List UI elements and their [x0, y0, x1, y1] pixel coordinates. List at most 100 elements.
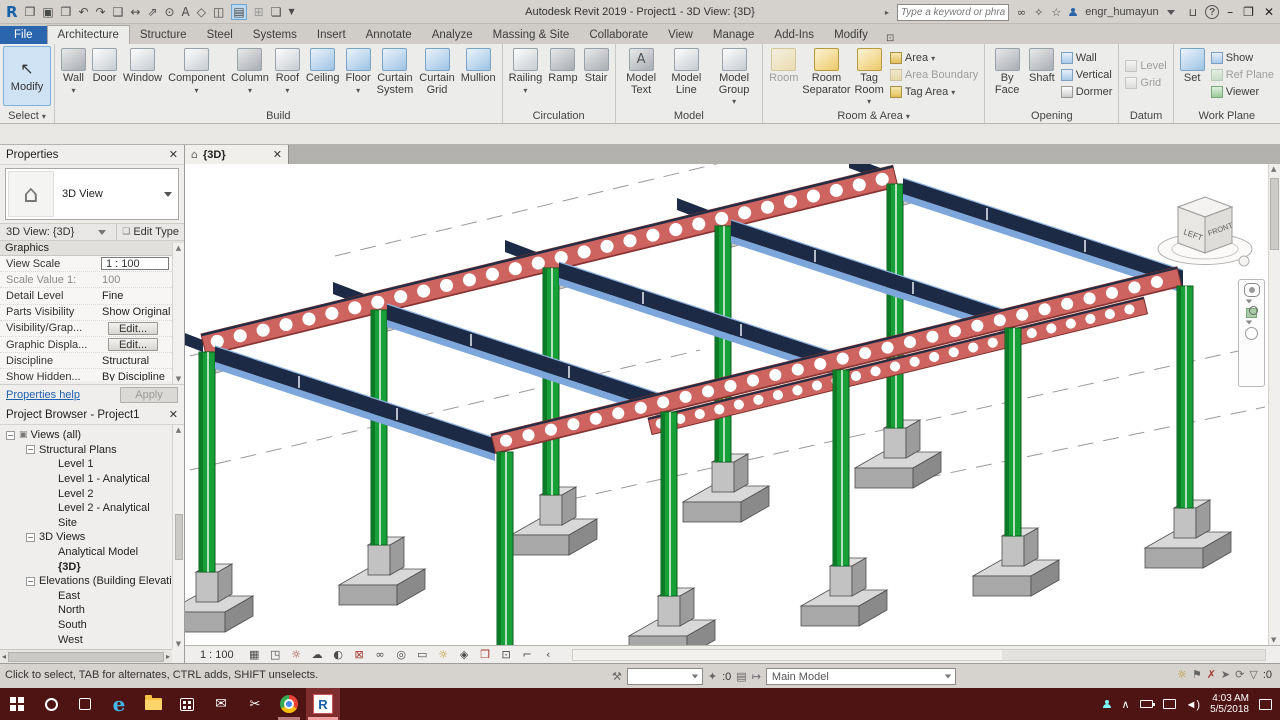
select-panel-caption[interactable]: Select: [0, 110, 54, 122]
detail-level-value[interactable]: Fine: [98, 290, 172, 302]
search-expand-icon[interactable]: ▸: [885, 8, 889, 17]
highlight-displacement-icon[interactable]: ⊡: [499, 648, 514, 661]
open-icon[interactable]: ❐: [25, 5, 36, 19]
tag-by-category-icon[interactable]: ⊙: [164, 5, 174, 19]
customize-qat-icon[interactable]: ▼: [288, 7, 294, 16]
level-button[interactable]: Level: [1122, 58, 1169, 74]
volume-icon[interactable]: ◄): [1186, 698, 1201, 711]
model-text-button[interactable]: AModel Text: [619, 46, 664, 96]
cortana-button[interactable]: [34, 688, 68, 720]
snip-button[interactable]: ✂: [238, 688, 272, 720]
visibility-graphics-edit-button[interactable]: Edit...: [108, 322, 158, 335]
collapse-icon[interactable]: −: [26, 445, 35, 454]
model-line-button[interactable]: Model Line: [664, 46, 710, 96]
text-icon[interactable]: A: [182, 5, 190, 19]
tree-item-site[interactable]: Site: [0, 516, 172, 531]
apply-button[interactable]: Apply: [120, 387, 178, 403]
pan-icon[interactable]: [1245, 327, 1258, 340]
shadows-icon[interactable]: ☁: [310, 648, 325, 661]
tab-file[interactable]: File: [0, 26, 47, 44]
close-inactive-views-icon[interactable]: ⊞: [254, 5, 264, 19]
battery-icon[interactable]: [1140, 700, 1153, 708]
browser-horizontal-scrollbar[interactable]: ◂ ▸: [0, 649, 172, 663]
minimize-button[interactable]: –: [1227, 5, 1235, 19]
graphic-display-edit-button[interactable]: Edit...: [108, 338, 158, 351]
room-button[interactable]: Room: [766, 46, 801, 85]
link-icon[interactable]: ↦: [752, 670, 761, 683]
tree-item-3d[interactable]: {3D}: [0, 559, 172, 574]
redo-icon[interactable]: ↷: [96, 5, 106, 19]
ceiling-button[interactable]: Ceiling: [303, 46, 343, 85]
people-icon[interactable]: [1103, 700, 1111, 708]
measure-icon[interactable]: ↔: [130, 5, 140, 19]
tree-item-west[interactable]: West: [0, 632, 172, 647]
visual-style-icon[interactable]: ▦: [247, 648, 262, 661]
reveal-constraints-icon[interactable]: ⌐: [520, 648, 535, 661]
worksets-dropdown[interactable]: [627, 668, 703, 685]
set-button[interactable]: Set: [1177, 46, 1208, 85]
edit-type-button[interactable]: ❏Edit Type: [117, 226, 184, 238]
graphics-section-header[interactable]: Graphics: [0, 241, 184, 256]
temporary-view-properties-icon[interactable]: ◈: [457, 648, 472, 661]
design-options-dropdown[interactable]: Main Model: [766, 668, 956, 685]
tree-item-3d-views[interactable]: −3D Views: [0, 530, 172, 545]
reveal-icon[interactable]: ☼: [1177, 668, 1187, 681]
show-work-plane-button[interactable]: Show: [1208, 50, 1277, 66]
search-input[interactable]: [897, 4, 1009, 21]
design-options-icon[interactable]: ✦: [708, 670, 717, 683]
tree-item-south[interactable]: South: [0, 618, 172, 633]
properties-close-icon[interactable]: ✕: [169, 148, 178, 161]
modify-button[interactable]: ↖ Modify: [3, 46, 51, 106]
tree-item-level-2[interactable]: Level 2: [0, 486, 172, 501]
edge-button[interactable]: e: [102, 688, 136, 720]
tree-item-north[interactable]: North: [0, 603, 172, 618]
print-icon[interactable]: ❑: [113, 5, 124, 19]
by-face-button[interactable]: By Face: [988, 46, 1026, 96]
shaft-button[interactable]: Shaft: [1026, 46, 1058, 85]
collapse-icon[interactable]: −: [26, 533, 35, 542]
tab-collaborate[interactable]: Collaborate: [579, 26, 658, 44]
temporary-hide-isolate-icon[interactable]: ▭: [415, 648, 430, 661]
type-selector[interactable]: ⌂ 3D View: [5, 168, 179, 220]
mullion-button[interactable]: Mullion: [458, 46, 499, 85]
flag-icon[interactable]: ⚑: [1192, 668, 1202, 681]
favorites-star-icon[interactable]: ☆: [1051, 6, 1061, 19]
railing-button[interactable]: Railing: [506, 46, 546, 96]
curtain-grid-button[interactable]: Curtain Grid: [416, 46, 457, 96]
instance-selector[interactable]: 3D View: {3D}: [0, 224, 117, 240]
stair-button[interactable]: Stair: [581, 46, 612, 85]
show-hidden-value[interactable]: By Discipline: [98, 371, 172, 381]
network-icon[interactable]: [1163, 699, 1176, 709]
thin-lines-icon[interactable]: ▤: [231, 4, 246, 20]
sync-icon[interactable]: ❒: [61, 5, 72, 19]
view-cube[interactable]: LEFT FRONT: [1158, 197, 1252, 266]
communication-center-icon[interactable]: ✧: [1034, 6, 1043, 19]
room-separator-button[interactable]: Room Separator: [801, 46, 851, 96]
wall-button[interactable]: Wall: [58, 46, 89, 96]
default-3d-view-icon[interactable]: ◇: [197, 5, 206, 19]
crop-view-icon[interactable]: ⊠: [352, 648, 367, 661]
worksets-icon[interactable]: ⚒: [612, 670, 622, 683]
dormer-button[interactable]: Dormer: [1058, 84, 1116, 100]
collapse-icon[interactable]: −: [6, 431, 15, 440]
tab-view[interactable]: View: [658, 26, 703, 44]
app-store-cart-icon[interactable]: ⊔: [1189, 6, 1198, 19]
help-icon[interactable]: ?: [1205, 5, 1219, 19]
sketchy-lines-icon[interactable]: ◐: [331, 648, 346, 661]
tray-chevron-icon[interactable]: ∧: [1121, 698, 1129, 711]
component-button[interactable]: Component: [165, 46, 228, 96]
undo-icon[interactable]: ↶: [78, 5, 88, 19]
revit-taskbar-button[interactable]: R: [306, 688, 340, 720]
tag-room-button[interactable]: Tag Room: [851, 46, 886, 108]
wheel-menu-arrow-icon[interactable]: [1245, 300, 1251, 304]
3d-model-view[interactable]: LEFT FRONT: [185, 164, 1268, 645]
file-explorer-button[interactable]: [136, 688, 170, 720]
search-binoculars-icon[interactable]: ∞: [1017, 6, 1026, 19]
tab-systems[interactable]: Systems: [243, 26, 307, 44]
show-crop-region-icon[interactable]: ∞: [373, 648, 388, 661]
tab-annotate[interactable]: Annotate: [356, 26, 422, 44]
browser-vertical-scrollbar[interactable]: ▲ ▼: [172, 425, 184, 649]
filter-icon[interactable]: ▽: [1249, 668, 1257, 681]
save-icon[interactable]: ▣: [42, 5, 53, 19]
properties-scrollbar[interactable]: ▲ ▼: [172, 243, 184, 384]
